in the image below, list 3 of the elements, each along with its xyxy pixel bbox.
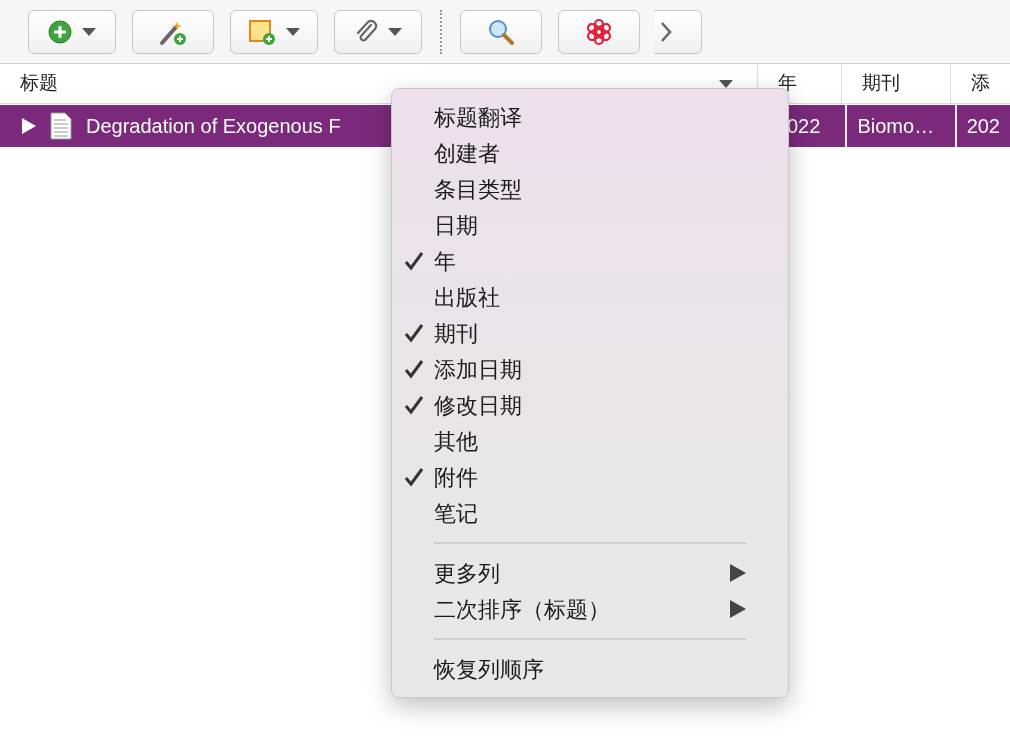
table-cell-text: Biomo…: [857, 114, 935, 139]
table-cell-text: 202: [966, 114, 1000, 139]
table-cell-text: Degradation of Exogenous F: [86, 114, 341, 139]
